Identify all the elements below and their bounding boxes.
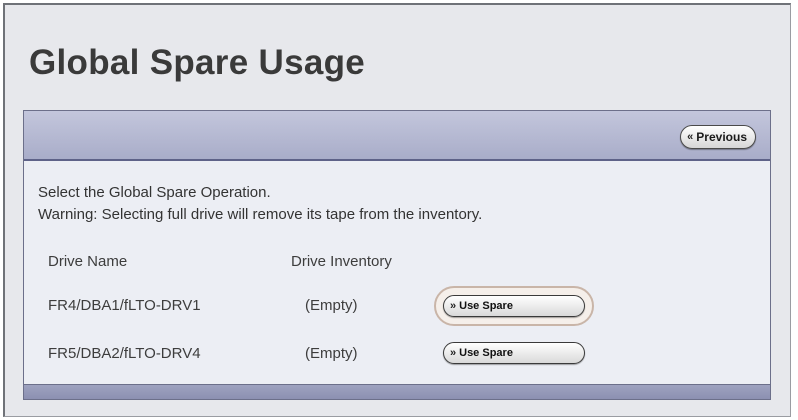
previous-button[interactable]: « Previous (680, 125, 756, 149)
panel-body: Select the Global Spare Operation. Warni… (24, 161, 770, 385)
use-spare-button-label: Use Spare (459, 300, 513, 312)
panel-footer (24, 384, 770, 399)
column-header-drive-name: Drive Name (48, 253, 128, 270)
page-title: Global Spare Usage (29, 43, 366, 82)
use-spare-button[interactable]: » Use Spare (443, 342, 585, 364)
warning-text: Warning: Selecting full drive will remov… (38, 206, 483, 223)
panel-header: « Previous (24, 111, 770, 161)
use-spare-button-label: Use Spare (459, 347, 513, 359)
double-chevron-right-icon: » (450, 300, 457, 312)
drive-inventory-cell: (Empty) (305, 297, 358, 314)
window-frame: Global Spare Usage « Previous Select the… (3, 3, 791, 417)
spare-usage-panel: « Previous Select the Global Spare Opera… (23, 110, 771, 400)
use-spare-button[interactable]: » Use Spare (443, 295, 585, 317)
drive-name-cell: FR5/DBA2/fLTO-DRV4 (48, 345, 201, 362)
double-chevron-right-icon: » (450, 347, 457, 359)
drive-inventory-cell: (Empty) (305, 345, 358, 362)
instruction-text: Select the Global Spare Operation. (38, 184, 271, 201)
column-header-drive-inventory: Drive Inventory (291, 253, 392, 270)
previous-button-label: Previous (696, 130, 747, 144)
drive-name-cell: FR4/DBA1/fLTO-DRV1 (48, 297, 201, 314)
double-chevron-left-icon: « (687, 131, 694, 143)
